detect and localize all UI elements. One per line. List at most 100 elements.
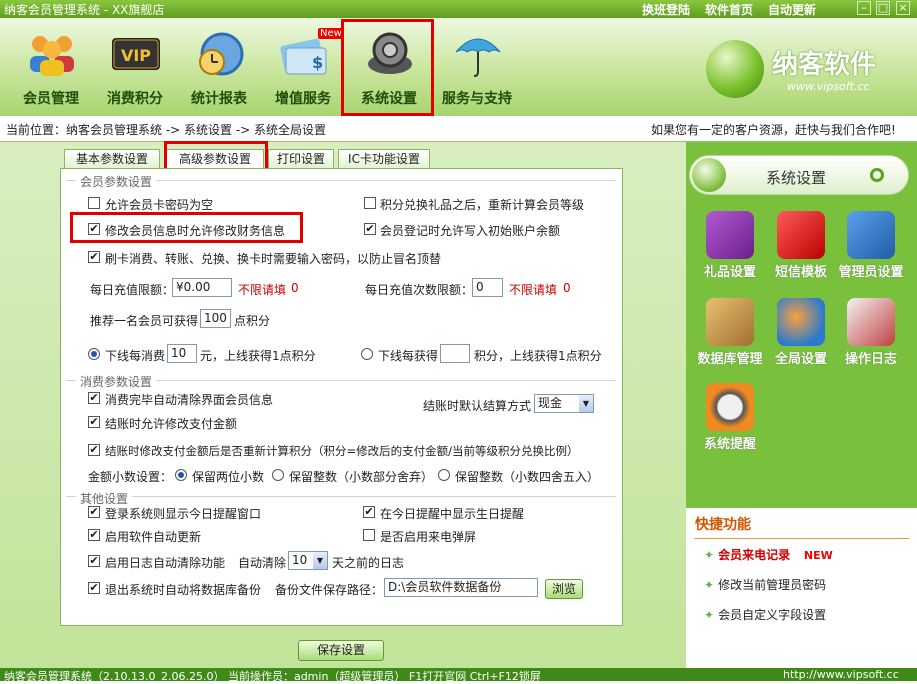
log-cleanup-checkbox[interactable]: ✔: [88, 555, 100, 567]
log-cleanup-label: 启用日志自动清除功能: [105, 556, 226, 570]
backup-on-exit-checkbox[interactable]: ✔: [88, 582, 100, 594]
auto-update-checkbox[interactable]: ✔: [88, 529, 100, 541]
daily-limit-input[interactable]: ¥0.00: [172, 278, 232, 297]
nav-label: 会员管理: [23, 91, 79, 107]
chevron-down-icon: ▼: [313, 552, 327, 569]
sparkle-icon: ✦: [704, 548, 715, 562]
downline-earn-input[interactable]: [440, 344, 470, 363]
auto-update-link[interactable]: 自动更新: [768, 1, 816, 18]
sidebar-item-admin[interactable]: 管理员设置: [828, 211, 914, 281]
nav-statistics[interactable]: 统计报表: [176, 18, 262, 116]
tab-print-settings[interactable]: 打印设置: [268, 149, 334, 169]
highlight-system-settings: [341, 19, 434, 116]
recalc-level-checkbox[interactable]: [364, 197, 376, 209]
checkout-default-select[interactable]: 现金 ▼: [534, 394, 594, 413]
daily-limit-zero: 0: [291, 281, 299, 295]
nav-member-management[interactable]: 会员管理: [8, 18, 94, 116]
decimal-round-radio[interactable]: [438, 469, 450, 481]
close-button[interactable]: ×: [896, 1, 910, 15]
quick-functions-panel: 快捷功能 ✦ 会员来电记录 NEW ✦ 修改当前管理员密码 ✦ 会员自定义字段设置: [686, 508, 917, 668]
shift-login-link[interactable]: 换班登陆: [642, 1, 690, 18]
write-init-balance-label: 会员登记时允许写入初始账户余额: [380, 224, 561, 238]
call-popup-checkbox[interactable]: [363, 529, 375, 541]
browse-button[interactable]: 浏览: [545, 579, 583, 599]
promo-text: 如果您有一定的客户资源，赶快与我们合作吧!: [651, 123, 896, 137]
vip-card-icon: VIP: [112, 38, 160, 70]
software-home-link[interactable]: 软件首页: [705, 1, 753, 18]
auto-clear-days-value: 10: [292, 553, 308, 567]
sidebar-title: 系统设置: [766, 169, 827, 187]
section-divider: [66, 496, 76, 497]
auto-clear-days-select[interactable]: 10 ▼: [288, 551, 328, 570]
write-init-balance-checkbox[interactable]: ✔: [364, 223, 376, 235]
svg-text:$: $: [312, 53, 323, 72]
clear-after-checkbox[interactable]: ✔: [88, 392, 100, 404]
logo-icon: [706, 40, 764, 98]
logo-name: 纳客软件: [772, 50, 877, 80]
breadcrumb: 当前位置：纳客会员管理系统 -> 系统设置 -> 系统全局设置: [6, 123, 327, 137]
quick-item-change-password[interactable]: ✦ 修改当前管理员密码: [704, 576, 826, 593]
downline-earn-prefix: 下线每获得: [378, 349, 439, 363]
section-divider: [156, 380, 616, 381]
swipe-pwd-checkbox[interactable]: ✔: [88, 251, 100, 263]
allow-modify-paid-label: 结账时允许修改支付金额: [105, 417, 238, 431]
backup-path-input[interactable]: D:\会员软件数据备份: [384, 578, 538, 597]
section-divider: [66, 180, 76, 181]
decimal-two-radio[interactable]: [175, 469, 187, 481]
auto-update-label: 启用软件自动更新: [105, 530, 202, 544]
save-settings-button[interactable]: 保存设置: [298, 640, 384, 661]
downline-spend-radio[interactable]: [88, 348, 100, 360]
sidebar-item-label: 管理员设置: [838, 265, 904, 280]
decimal-truncate-label: 保留整数（小数部分舍弃）: [289, 470, 434, 484]
maximize-button[interactable]: □: [876, 1, 890, 15]
tab-basic-params[interactable]: 基本参数设置: [64, 149, 160, 169]
daily-limit-hint: 不限请填: [238, 283, 287, 297]
downline-earn-radio[interactable]: [361, 348, 373, 360]
allow-modify-paid-checkbox[interactable]: ✔: [88, 416, 100, 428]
gift-icon: [706, 211, 754, 259]
recalc-points-checkbox[interactable]: ✔: [88, 444, 100, 456]
swipe-pwd-label: 刷卡消费、转账、兑换、换卡时需要输入密码，以防止冒名顶替: [105, 252, 442, 266]
refer-points-input[interactable]: 100: [200, 309, 231, 328]
section-divider: [66, 380, 76, 381]
daily-times-input[interactable]: 0: [472, 278, 503, 297]
allow-empty-pwd-label: 允许会员卡密码为空: [105, 198, 214, 212]
decimal-truncate-radio[interactable]: [272, 469, 284, 481]
downline-spend-input[interactable]: 10: [167, 344, 197, 363]
nav-service-support[interactable]: 服务与支持: [434, 18, 520, 116]
allow-empty-pwd-checkbox[interactable]: [88, 197, 100, 209]
sidebar-item-log[interactable]: 操作日志: [828, 298, 914, 368]
sidebar-item-label: 操作日志: [844, 352, 897, 367]
globe-icon: [777, 298, 825, 346]
nav-consumption-points[interactable]: VIP 消费积分: [92, 18, 178, 116]
minimize-button[interactable]: –: [857, 1, 871, 15]
auto-clear-suffix: 天之前的日志: [332, 556, 405, 570]
daily-limit-label: 每日充值限额：: [90, 283, 175, 297]
quick-item-custom-fields[interactable]: ✦ 会员自定义字段设置: [704, 606, 826, 623]
tab-ic-card[interactable]: IC卡功能设置: [338, 149, 430, 169]
quick-item-label: 会员来电记录: [718, 548, 791, 562]
section-title-member: 会员参数设置: [80, 175, 153, 189]
show-reminder-checkbox[interactable]: ✔: [88, 506, 100, 518]
clear-after-label: 消费完毕自动清除界面会员信息: [105, 393, 274, 407]
new-badge: NEW: [803, 549, 833, 562]
highlight-allow-modify-fin: [70, 212, 303, 243]
nav-value-added[interactable]: $ New 增值服务: [260, 18, 346, 116]
backup-path-label: 备份文件保存路径：: [275, 583, 384, 597]
decimal-round-label: 保留整数（小数四舍五入）: [455, 470, 600, 484]
sidebar-item-reminder[interactable]: 系统提醒: [687, 383, 773, 453]
logo-url: www.vipsoft.cc: [787, 80, 870, 93]
show-birthday-checkbox[interactable]: ✔: [363, 506, 375, 518]
sms-template-icon: [777, 211, 825, 259]
sparkle-icon: ✦: [704, 578, 715, 592]
daily-times-label: 每日充值次数限额：: [365, 283, 474, 297]
nav-label: 统计报表: [191, 91, 247, 107]
downline-spend-prefix: 下线每消费: [105, 349, 166, 363]
decimal-label: 金额小数设置：: [88, 470, 173, 484]
quick-item-call-log[interactable]: ✦ 会员来电记录 NEW: [704, 546, 833, 563]
call-popup-label: 是否启用来电弹屏: [380, 530, 477, 544]
svg-text:VIP: VIP: [121, 46, 151, 65]
admin-lock-icon: [847, 211, 895, 259]
nav-label: 增值服务: [275, 91, 331, 107]
section-title-consume: 消费参数设置: [80, 375, 153, 389]
